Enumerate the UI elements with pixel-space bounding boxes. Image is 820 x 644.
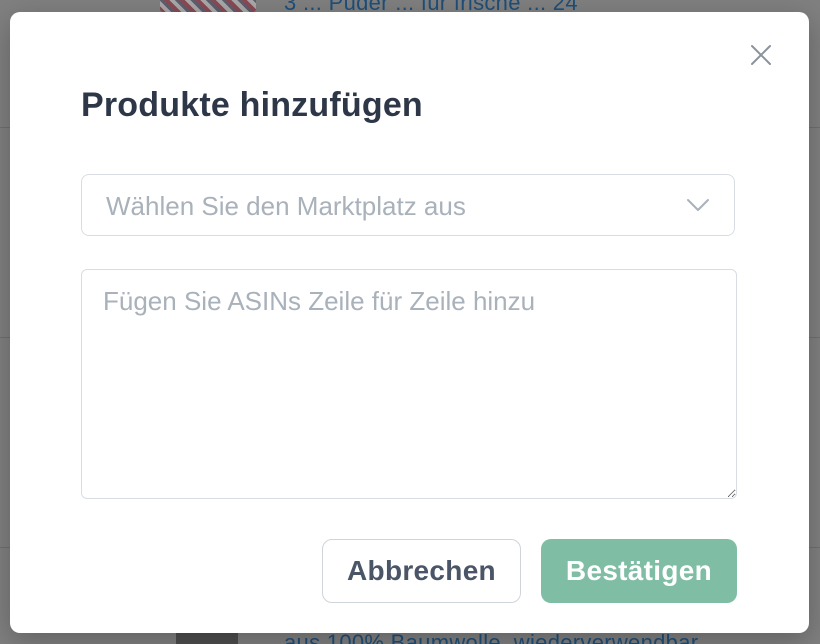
dialog-title: Produkte hinzufügen <box>81 86 423 124</box>
marketplace-select[interactable]: Wählen Sie den Marktplatz aus <box>81 174 735 236</box>
close-button[interactable] <box>746 40 776 70</box>
close-icon <box>751 45 771 65</box>
marketplace-select-placeholder: Wählen Sie den Marktplatz aus <box>106 191 466 221</box>
add-products-dialog: Produkte hinzufügen Wählen Sie den Markt… <box>10 12 809 633</box>
cancel-button[interactable]: Abbrechen <box>322 539 521 603</box>
background-product-thumbnail <box>160 0 256 12</box>
confirm-button[interactable]: Bestätigen <box>541 539 737 603</box>
chevron-down-icon <box>687 199 709 211</box>
asin-input[interactable] <box>81 269 737 499</box>
